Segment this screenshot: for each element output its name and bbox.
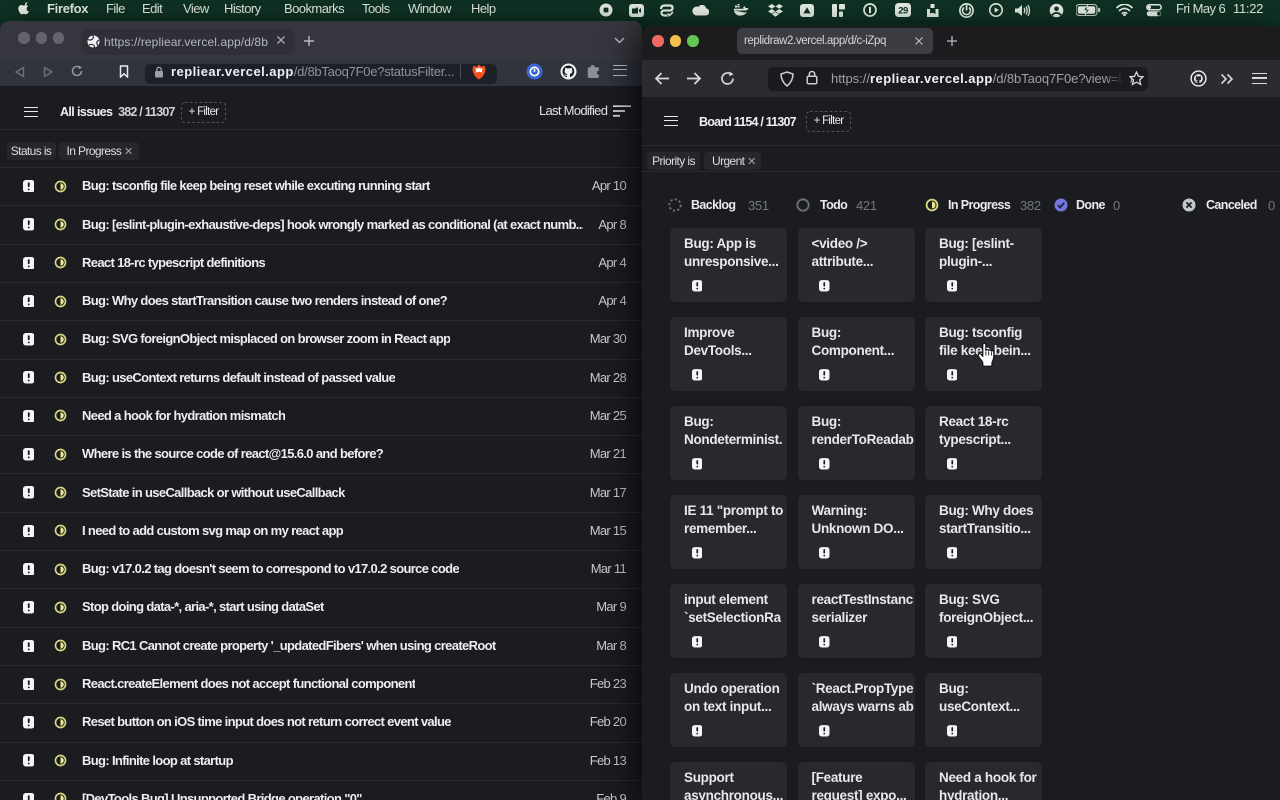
svg-text:29: 29: [898, 6, 908, 17]
